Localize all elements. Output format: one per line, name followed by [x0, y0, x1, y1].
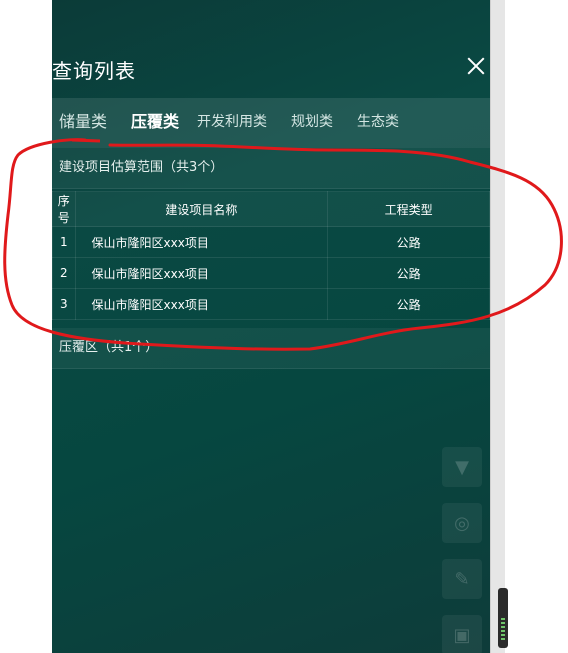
row-project-type: 公路 [327, 257, 490, 289]
tab-planning[interactable]: 规划类 [291, 98, 333, 146]
row-project-type: 公路 [327, 288, 490, 320]
row-index: 2 [52, 257, 76, 289]
section-header-label: 压覆区（共1个） [59, 340, 159, 355]
table-row[interactable]: 1 保山市隆阳区xxx项目 公路 [52, 226, 490, 258]
target-icon[interactable]: ◎ [442, 503, 482, 543]
category-tabs: 储量类 压覆类 开发利用类 规划类 生态类 [52, 98, 490, 148]
scrollbar-track[interactable] [490, 0, 505, 653]
table-row[interactable]: 3 保山市隆阳区xxx项目 公路 [52, 288, 490, 320]
section-header-label: 建设项目估算范围（共3个） [59, 160, 224, 175]
filter-icon[interactable]: ▼ [442, 447, 482, 487]
section-header-project-range[interactable]: 建设项目估算范围（共3个） [52, 148, 490, 189]
scrollbar-thumb[interactable] [498, 588, 508, 648]
column-header-name: 建设项目名称 [74, 191, 329, 227]
tab-reserves[interactable]: 储量类 [59, 98, 107, 146]
column-header-type: 工程类型 [327, 191, 490, 227]
row-project-name: 保山市隆阳区xxx项目 [74, 257, 329, 289]
row-project-type: 公路 [327, 226, 490, 258]
query-list-panel: 查询列表 储量类 压覆类 开发利用类 规划类 生态类 建设项目估算范围（共3个）… [52, 0, 490, 653]
frame-icon[interactable]: ▣ [442, 615, 482, 653]
column-header-index: 序号 [52, 191, 76, 227]
project-table: 序号 建设项目名称 工程类型 1 保山市隆阳区xxx项目 公路 2 保山市隆阳区… [52, 191, 490, 320]
panel-title: 查询列表 [52, 59, 136, 83]
table-header-row: 序号 建设项目名称 工程类型 [52, 191, 490, 227]
tab-development[interactable]: 开发利用类 [197, 98, 267, 146]
row-project-name: 保山市隆阳区xxx项目 [74, 288, 329, 320]
section-header-overlay-area[interactable]: 压覆区（共1个） [52, 328, 490, 369]
row-index: 3 [52, 288, 76, 320]
pencil-icon[interactable]: ✎ [442, 559, 482, 599]
close-icon[interactable] [464, 54, 488, 78]
row-project-name: 保山市隆阳区xxx项目 [74, 226, 329, 258]
table-row[interactable]: 2 保山市隆阳区xxx项目 公路 [52, 257, 490, 289]
tab-overlay[interactable]: 压覆类 [131, 98, 179, 146]
row-index: 1 [52, 226, 76, 258]
tab-ecology[interactable]: 生态类 [357, 98, 399, 146]
